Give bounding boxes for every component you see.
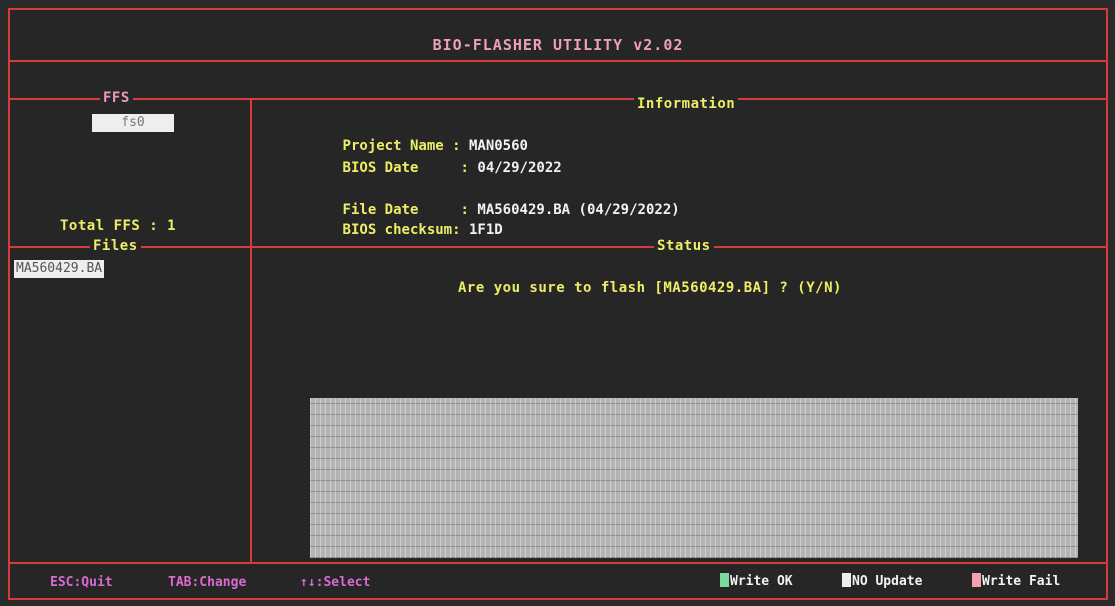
app-title: BIO-FLASHER UTILITY v2.02 (432, 36, 684, 54)
header-bottom-divider (10, 98, 1106, 100)
file-list-item[interactable]: MA560429.BA (14, 260, 105, 278)
select-hint: ↑↓:Select (300, 575, 371, 590)
bios-date-key: BIOS Date : (342, 160, 478, 176)
legend-no-update: NO Update (842, 573, 922, 589)
write-fail-swatch (972, 573, 981, 587)
total-ffs-label: Total FFS : 1 (60, 218, 177, 234)
no-update-label: NO Update (852, 574, 923, 589)
flash-progress-grid (310, 398, 1078, 558)
ffs-header: FFS (100, 90, 133, 106)
bios-date-value: 04/29/2022 (477, 160, 562, 176)
bios-checksum-row: BIOS checksum: 1F1D (304, 200, 503, 257)
files-header: Files (90, 238, 141, 254)
write-ok-label: Write OK (730, 574, 793, 589)
legend-write-ok: Write OK (720, 573, 793, 589)
status-header: Status (654, 238, 714, 254)
ffs-list-item[interactable]: fs0 (92, 114, 174, 132)
bios-flasher-screen: BIO-FLASHER UTILITY v2.02 FFS fs0 Total … (8, 8, 1108, 600)
bios-checksum-key: BIOS checksum: (342, 222, 469, 238)
bios-checksum-value: 1F1D (468, 222, 503, 238)
write-ok-swatch (720, 573, 729, 587)
legend-write-fail: Write Fail (972, 573, 1060, 589)
write-fail-label: Write Fail (982, 574, 1061, 589)
sidebar-divider (250, 98, 252, 562)
footer-divider (10, 562, 1106, 564)
flash-confirm-prompt: Are you sure to flash [MA560429.BA] ? (Y… (458, 280, 842, 296)
file-date-value: MA560429.BA (04/29/2022) (477, 202, 680, 218)
no-update-swatch (842, 573, 851, 587)
status-divider (10, 246, 1106, 248)
information-header: Information (634, 96, 739, 112)
tab-change-hint: TAB:Change (168, 575, 247, 590)
esc-quit-hint: ESC:Quit (50, 575, 113, 590)
title-bottom-divider (10, 60, 1106, 62)
